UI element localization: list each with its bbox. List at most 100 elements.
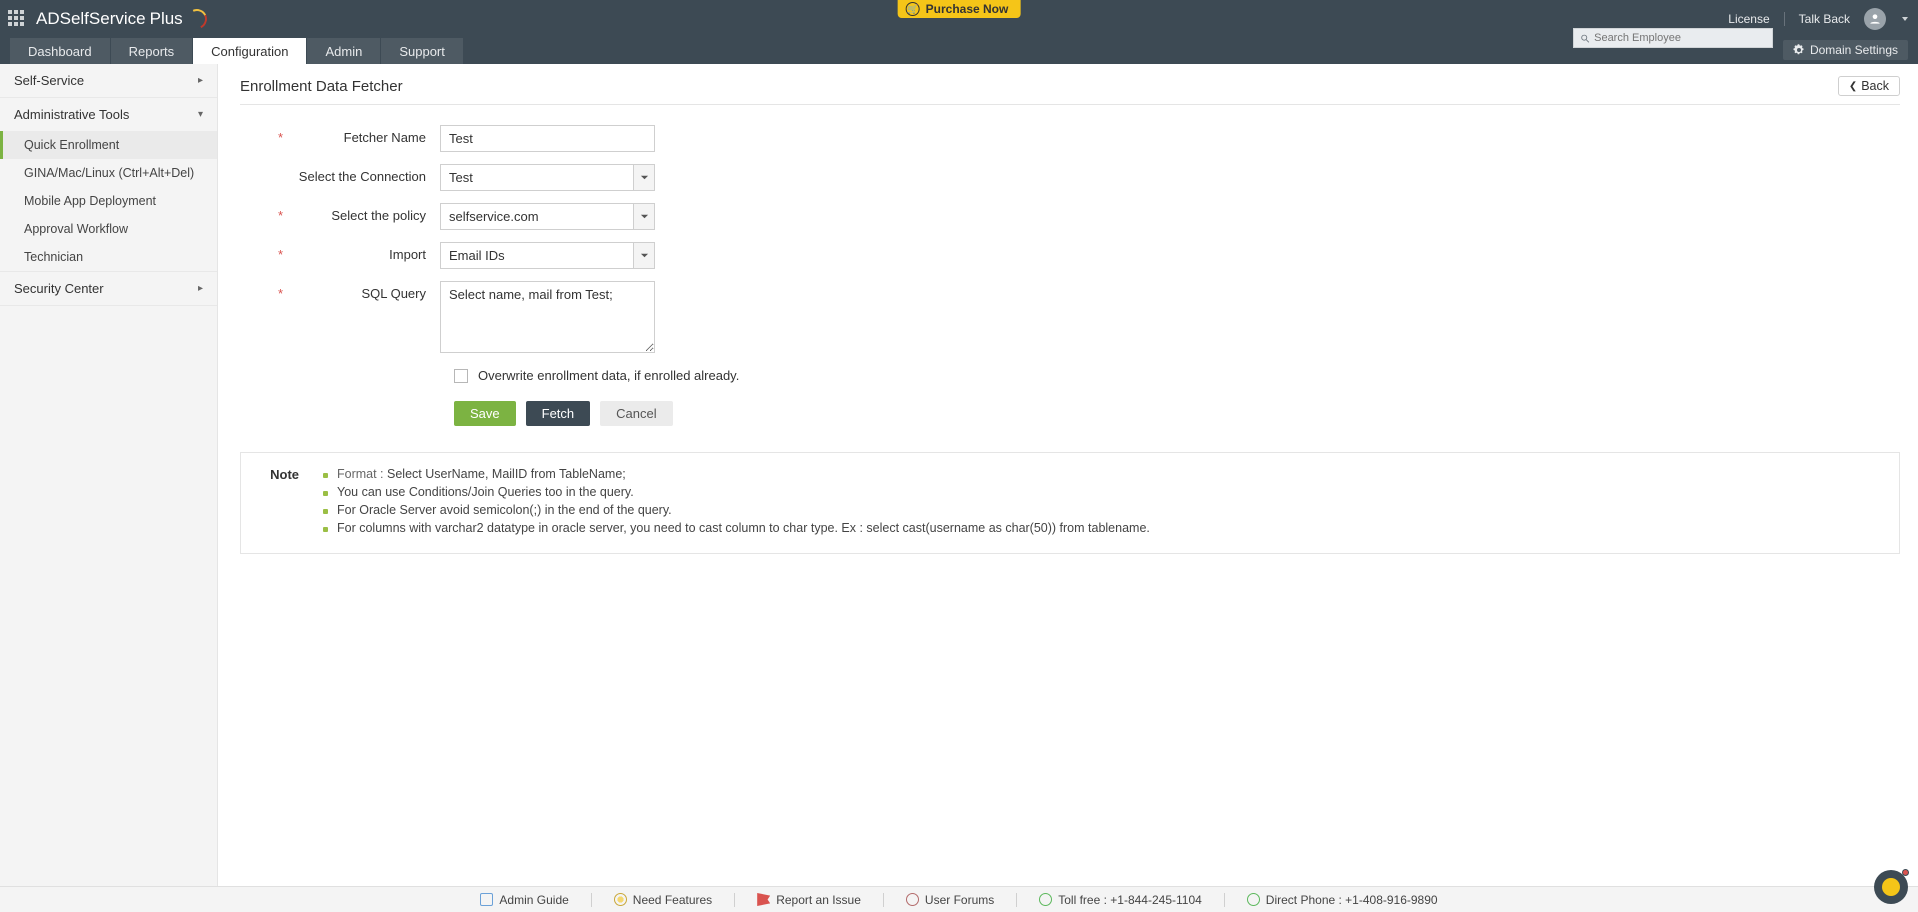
people-icon [906,893,919,906]
brand-logo: ADSelfService Plus [36,9,207,29]
sidebar-sub-gina[interactable]: GINA/Mac/Linux (Ctrl+Alt+Del) [0,159,217,187]
separator [1784,12,1785,26]
license-link[interactable]: License [1728,12,1769,26]
dropdown-toggle[interactable] [634,164,655,191]
label-policy: Select the policy [280,203,440,223]
sql-query-textarea[interactable]: Select name, mail from Test; [440,281,655,353]
content-shell: Self-Service ▸ Administrative Tools ▾ Qu… [0,64,1918,886]
sidebar-sub-quick-enrollment[interactable]: Quick Enrollment [0,131,217,159]
note-format-value: Select UserName, MailID from TableName; [387,467,626,481]
sidebar-item-admin-tools[interactable]: Administrative Tools ▾ [0,98,217,131]
chevron-right-icon: ▸ [198,75,203,86]
chevron-left-icon: ❮ [1849,81,1857,92]
footer-admin-guide[interactable]: Admin Guide [480,893,568,907]
tab-configuration[interactable]: Configuration [193,38,306,64]
footer-toll-free: Toll free : +1-844-245-1104 [1039,893,1202,907]
employee-search[interactable] [1573,28,1773,48]
notification-dot-icon [1902,869,1909,876]
connection-select[interactable]: Test [440,164,655,191]
sidebar-label: Security Center [14,281,104,296]
chevron-down-icon: ▾ [198,109,203,120]
tab-support[interactable]: Support [381,38,463,64]
sidebar-item-security-center[interactable]: Security Center ▸ [0,272,217,305]
note-box: Note Format : Select UserName, MailID fr… [240,452,1900,554]
purchase-now-button[interactable]: 🛒 Purchase Now [898,0,1021,18]
footer: Admin Guide Need Features Report an Issu… [0,886,1918,912]
note-item: For columns with varchar2 datatype in or… [323,521,1150,535]
search-input[interactable] [1594,32,1766,44]
note-item: You can use Conditions/Join Queries too … [323,485,1150,499]
tab-admin[interactable]: Admin [307,38,380,64]
sidebar-label: Administrative Tools [14,107,129,122]
main-tabs: Dashboard Reports Configuration Admin Su… [10,38,464,64]
import-value: Email IDs [440,242,634,269]
label-sql: SQL Query [280,281,440,301]
note-item: Format : Select UserName, MailID from Ta… [323,467,1150,481]
fetch-button[interactable]: Fetch [526,401,591,426]
purchase-label: Purchase Now [926,2,1009,16]
page-title: Enrollment Data Fetcher [240,78,403,95]
footer-direct-phone: Direct Phone : +1-408-916-9890 [1247,893,1438,907]
user-menu-caret-icon[interactable] [1902,17,1908,21]
sidebar-item-self-service[interactable]: Self-Service ▸ [0,64,217,97]
sidebar-label: Self-Service [14,73,84,88]
connection-value: Test [440,164,634,191]
domain-settings-button[interactable]: Domain Settings [1783,40,1908,60]
overwrite-label: Overwrite enrollment data, if enrolled a… [478,368,739,383]
domain-settings-label: Domain Settings [1810,43,1898,57]
label-connection: Select the Connection [280,164,440,184]
sidebar: Self-Service ▸ Administrative Tools ▾ Qu… [0,64,218,886]
top-right-links: License Talk Back [1728,8,1908,30]
brand-suffix: Plus [150,9,183,29]
label-fetcher-name: Fetcher Name [280,125,440,145]
phone-icon [1039,893,1052,906]
note-item: For Oracle Server avoid semicolon(;) in … [323,503,1150,517]
nav-row: Dashboard Reports Configuration Admin Su… [0,38,1918,64]
user-avatar-icon[interactable] [1864,8,1886,30]
separator [734,893,735,907]
note-list: Format : Select UserName, MailID from Ta… [323,467,1150,539]
tab-dashboard[interactable]: Dashboard [10,38,110,64]
separator [1016,893,1017,907]
import-select[interactable]: Email IDs [440,242,655,269]
bulb-icon [614,893,627,906]
page-header: Enrollment Data Fetcher ❮ Back [240,76,1900,105]
sidebar-sub-mobile[interactable]: Mobile App Deployment [0,187,217,215]
separator [883,893,884,907]
flag-icon [757,893,770,906]
policy-select[interactable]: selfservice.com [440,203,655,230]
sidebar-sub-approval[interactable]: Approval Workflow [0,215,217,243]
phone-icon [1247,893,1260,906]
back-label: Back [1861,79,1889,93]
save-button[interactable]: Save [454,401,516,426]
fetcher-form: Fetcher Name Select the Connection Test … [280,125,980,426]
main-panel: Enrollment Data Fetcher ❮ Back Fetcher N… [218,64,1918,886]
talkback-link[interactable]: Talk Back [1799,12,1850,26]
separator [591,893,592,907]
overwrite-checkbox[interactable] [454,369,468,383]
footer-report-issue[interactable]: Report an Issue [757,893,861,907]
note-heading: Note [259,467,299,539]
search-icon [1580,33,1590,44]
doc-icon [480,893,493,906]
nav-right: Domain Settings [1573,38,1908,64]
note-format-prefix: Format : [337,467,387,481]
chevron-right-icon: ▸ [198,283,203,294]
footer-user-forums[interactable]: User Forums [906,893,994,907]
cart-icon: 🛒 [906,2,920,16]
brand-swirl-icon [184,6,210,32]
cancel-button[interactable]: Cancel [600,401,672,426]
sidebar-sub-technician[interactable]: Technician [0,243,217,271]
dropdown-toggle[interactable] [634,203,655,230]
separator [1224,893,1225,907]
apps-grid-icon[interactable] [8,10,26,28]
fetcher-name-input[interactable] [440,125,655,152]
chat-avatar-icon [1882,878,1900,896]
brand-name: ADSelfService [36,9,146,29]
footer-need-features[interactable]: Need Features [614,893,712,907]
tab-reports[interactable]: Reports [111,38,193,64]
chat-bubble-button[interactable] [1874,870,1908,904]
back-button[interactable]: ❮ Back [1838,76,1900,96]
label-import: Import [280,242,440,262]
dropdown-toggle[interactable] [634,242,655,269]
